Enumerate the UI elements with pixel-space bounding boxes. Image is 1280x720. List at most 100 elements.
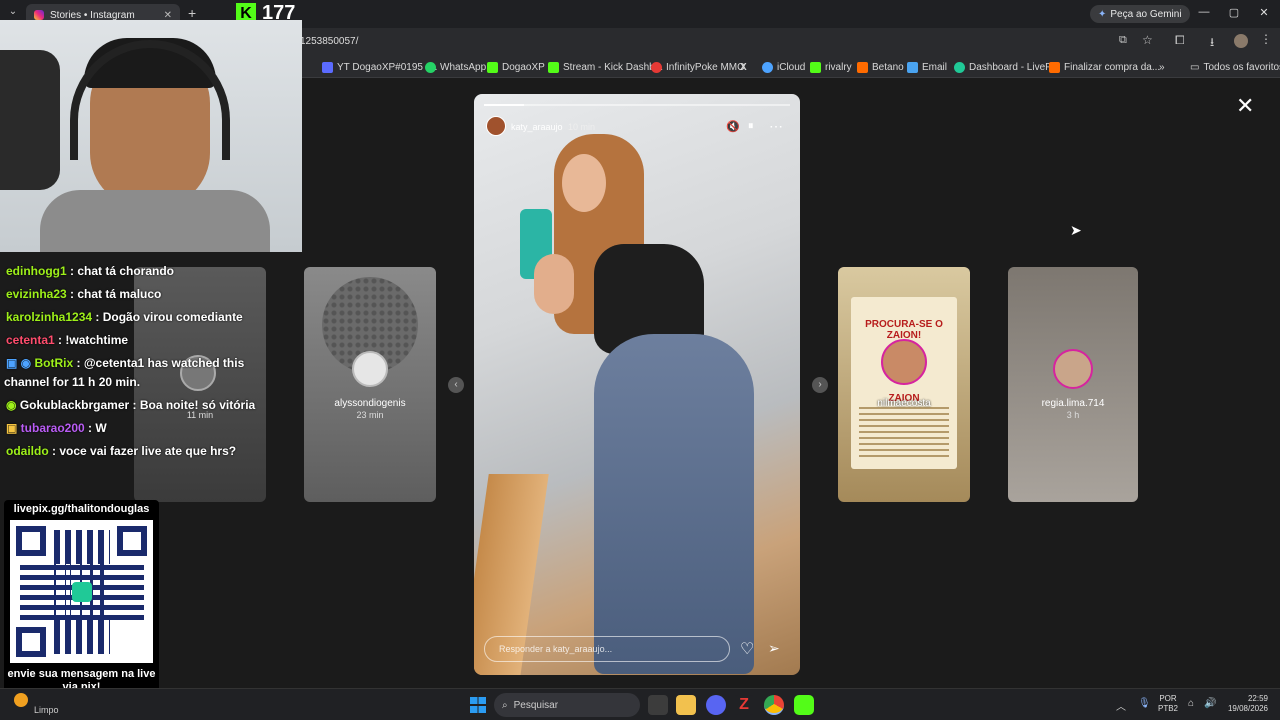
bookmark-betano[interactable]: Betano (857, 59, 904, 75)
bookmark-checkout[interactable]: Finalizar compra da... (1049, 59, 1160, 75)
reply-placeholder: Responder a katy_araaujo... (499, 644, 613, 654)
story-time: 10 min (568, 122, 596, 132)
more-bookmarks-icon[interactable]: » (1159, 59, 1165, 75)
story-username: alyssondiogenis (334, 398, 406, 409)
bookmark-kick-dashboard[interactable]: Stream - Kick Dashb... (548, 59, 663, 75)
tab-title: Stories • Instagram (50, 9, 135, 21)
like-icon[interactable]: ♡ (740, 639, 754, 659)
taskbar-search[interactable]: ⌕ Pesquisar (494, 693, 640, 717)
chat-message: karolzinha1234 : Dogão virou comediante (6, 310, 243, 324)
rivalry-icon (810, 61, 821, 73)
bookmark-label: DogaoXP (502, 61, 545, 73)
all-favorites-label: Todos os favoritos (1203, 61, 1280, 73)
start-button[interactable] (470, 697, 486, 713)
lang-primary: POR (1159, 694, 1177, 703)
streaming-app-icon[interactable] (794, 695, 814, 715)
story-author-avatar[interactable] (486, 116, 506, 136)
kick-icon (487, 61, 498, 73)
language-indicator[interactable]: POR PTB2 (1158, 694, 1178, 714)
story-username: regia.lima.714 (1041, 398, 1105, 409)
chat-message: evizinha23 : chat tá maluco (6, 287, 161, 301)
windows-taskbar: Limpo ⌕ Pesquisar Z ︿ 🎙 POR PTB2 ⌂ 🔊 22:… (0, 688, 1280, 720)
bookmark-yt[interactable]: YT DogaoXP#0195 -... (322, 59, 437, 75)
story-preview-right-1[interactable]: PROCURA-SE O ZAION! ZAION nilmaecosta (838, 267, 970, 502)
bookmark-rivalry[interactable]: rivalry (810, 59, 852, 75)
mute-icon[interactable]: 🔇 (726, 120, 740, 133)
all-favorites-folder[interactable]: ▭ Todos os favoritos (1190, 59, 1280, 75)
icloud-icon (762, 61, 773, 73)
chat-message: ▣ tubarao200 : W (6, 421, 107, 435)
bookmark-email[interactable]: Email (907, 59, 947, 75)
main-story[interactable]: katy_araaujo 10 min 🔇 ⏸ ⋯ Responder a ka… (474, 94, 800, 675)
bookmark-whatsapp[interactable]: WhatsApp (425, 59, 486, 75)
chrome-icon[interactable] (764, 695, 784, 715)
profile-avatar[interactable] (1234, 34, 1248, 48)
shop-icon (1049, 61, 1060, 73)
gemini-button[interactable]: ✦ Peça ao Gemini (1090, 5, 1190, 23)
chat-text: : !watchtime (54, 333, 129, 347)
cast-icon[interactable]: ⧉ (1119, 34, 1127, 47)
bookmark-dogaoxp[interactable]: DogaoXP (487, 59, 545, 75)
email-icon (907, 61, 918, 73)
chat-user: evizinha23 (6, 287, 67, 301)
mouse-cursor: ➤ (1070, 222, 1082, 238)
address-text: 1253850057/ (300, 36, 359, 47)
next-story-button[interactable]: › (812, 377, 828, 393)
weather-label[interactable]: Limpo (34, 705, 59, 715)
bookmark-x[interactable]: X (740, 59, 747, 75)
lang-secondary: PTB2 (1158, 704, 1179, 713)
discord-icon[interactable] (706, 695, 726, 715)
clock[interactable]: 22:59 19/08/2026 (1222, 694, 1268, 714)
network-icon[interactable]: ⌂ (1188, 698, 1194, 709)
bookmark-infinitypoke[interactable]: InfinityPoke MMO (651, 59, 745, 75)
chat-text: : chat tá maluco (66, 287, 162, 301)
tab-close-icon[interactable]: ✕ (164, 10, 172, 21)
sub-badge-icon: ▣ (6, 421, 21, 435)
address-bar[interactable]: 1253850057/ (300, 32, 1080, 52)
story-author-name[interactable]: katy_araaujo (511, 122, 563, 132)
chat-user: edinhogg1 (6, 264, 67, 278)
chat-user: tubarao200 (20, 421, 85, 435)
volume-icon[interactable]: 🔊 (1204, 698, 1216, 709)
extensions-icon[interactable]: ⧠ (1175, 33, 1185, 48)
chat-user: Gokublackbrgamer (19, 398, 130, 412)
zeta-app-icon[interactable]: Z (734, 695, 754, 715)
task-view-icon[interactable] (648, 695, 668, 715)
bookmark-livepix[interactable]: Dashboard - LivePix (954, 59, 1059, 75)
chat-user: BotRix (34, 356, 74, 370)
kick-icon (548, 61, 559, 73)
file-explorer-icon[interactable] (676, 695, 696, 715)
poster: PROCURA-SE O ZAION! ZAION (851, 297, 957, 469)
new-tab-button[interactable]: + (188, 5, 196, 21)
prev-story-button[interactable]: ‹ (448, 377, 464, 393)
qr-finder (16, 526, 46, 556)
story-avatar (1053, 349, 1093, 389)
tray-chevron-icon[interactable]: ︿ (1116, 698, 1126, 713)
chat-text: : @cetenta1 has watched this (73, 356, 245, 370)
bookmark-star-icon[interactable]: ☆ (1142, 33, 1153, 47)
chat-message: odaildo : voce vai fazer live ate que hr… (6, 444, 236, 458)
bookmark-label: rivalry (825, 61, 852, 73)
webcam-overlay (0, 20, 302, 252)
bookmark-icloud[interactable]: iCloud (762, 59, 805, 75)
pause-icon[interactable]: ⏸ (748, 120, 754, 133)
story-preview-left-1[interactable]: alyssondiogenis 23 min (304, 267, 436, 502)
close-window-button[interactable]: ✕ (1254, 6, 1274, 22)
story-more-icon[interactable]: ⋯ (769, 118, 783, 135)
download-icon[interactable]: ⭳ (1210, 33, 1214, 54)
story-progress-fill (484, 104, 524, 106)
close-stories-icon[interactable]: ✕ (1236, 93, 1254, 119)
minimize-button[interactable]: — (1194, 6, 1214, 22)
chat-message: edinhogg1 : chat tá chorando (6, 264, 174, 278)
livepix-url: livepix.gg/thalitondouglas (13, 503, 150, 515)
reply-input[interactable]: Responder a katy_araaujo... (484, 636, 730, 662)
maximize-button[interactable]: ▢ (1224, 6, 1244, 22)
tray-mic-icon[interactable]: 🎙 (1138, 698, 1151, 709)
more-menu-icon[interactable]: ⋮ (1260, 32, 1272, 46)
story-preview-right-2[interactable]: regia.lima.714 3 h (1008, 267, 1138, 502)
bookmark-label: Email (922, 61, 948, 73)
poster-title: PROCURA-SE O ZAION! (865, 319, 943, 341)
weather-icon[interactable] (14, 693, 28, 707)
chat-message: cetenta1 : !watchtime (6, 333, 128, 347)
share-icon[interactable]: ➢ (768, 640, 780, 657)
